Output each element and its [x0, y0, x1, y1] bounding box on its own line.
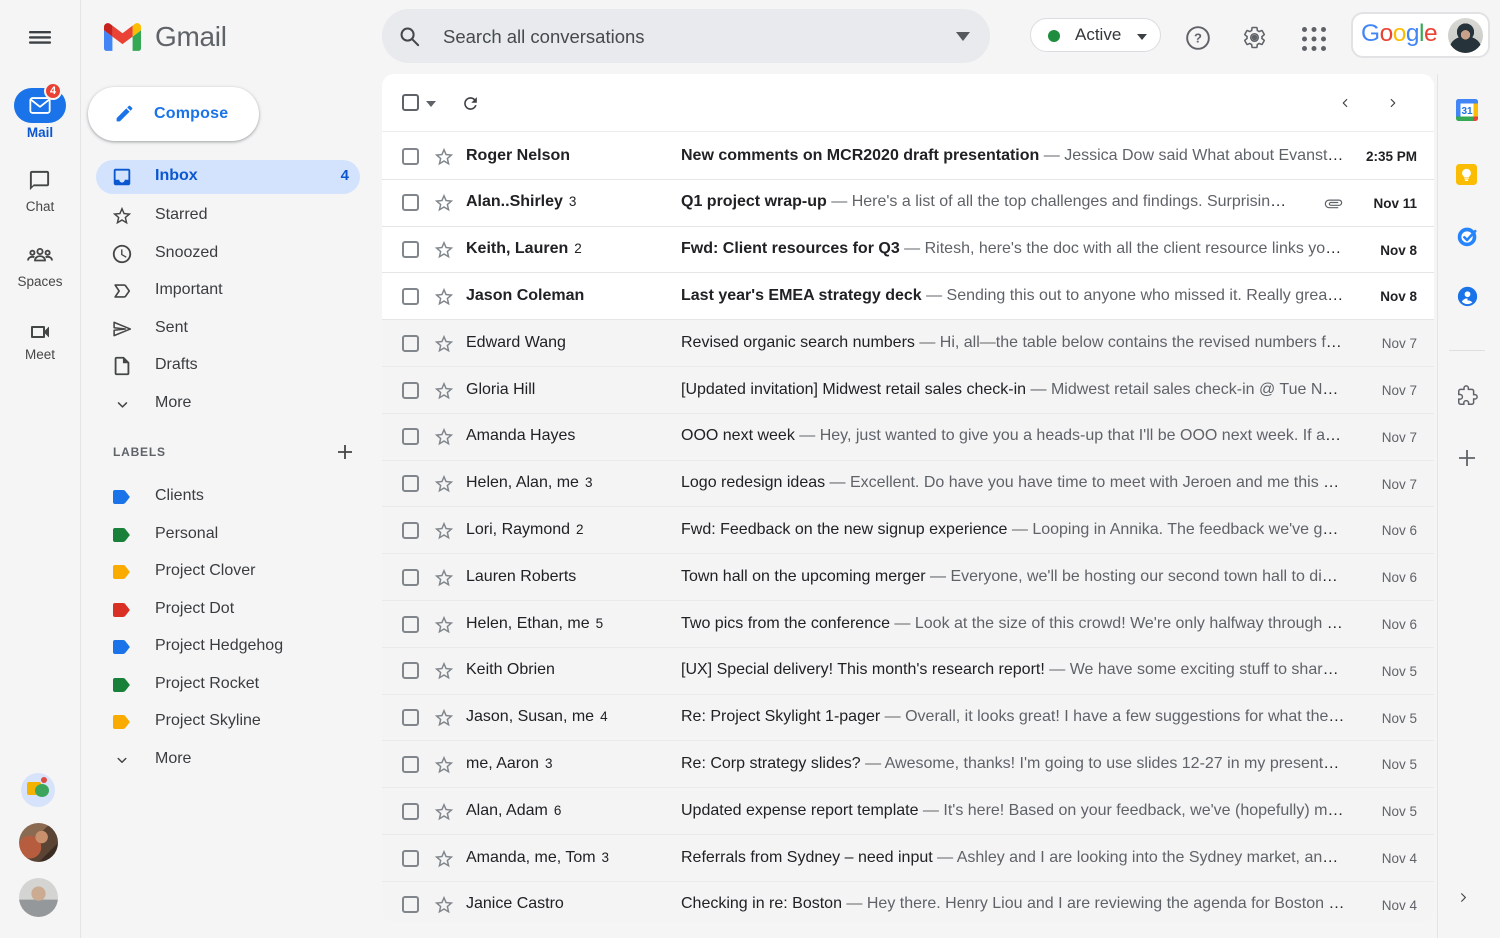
svg-text:31: 31 — [1461, 106, 1473, 117]
svg-text:?: ? — [1194, 31, 1202, 46]
